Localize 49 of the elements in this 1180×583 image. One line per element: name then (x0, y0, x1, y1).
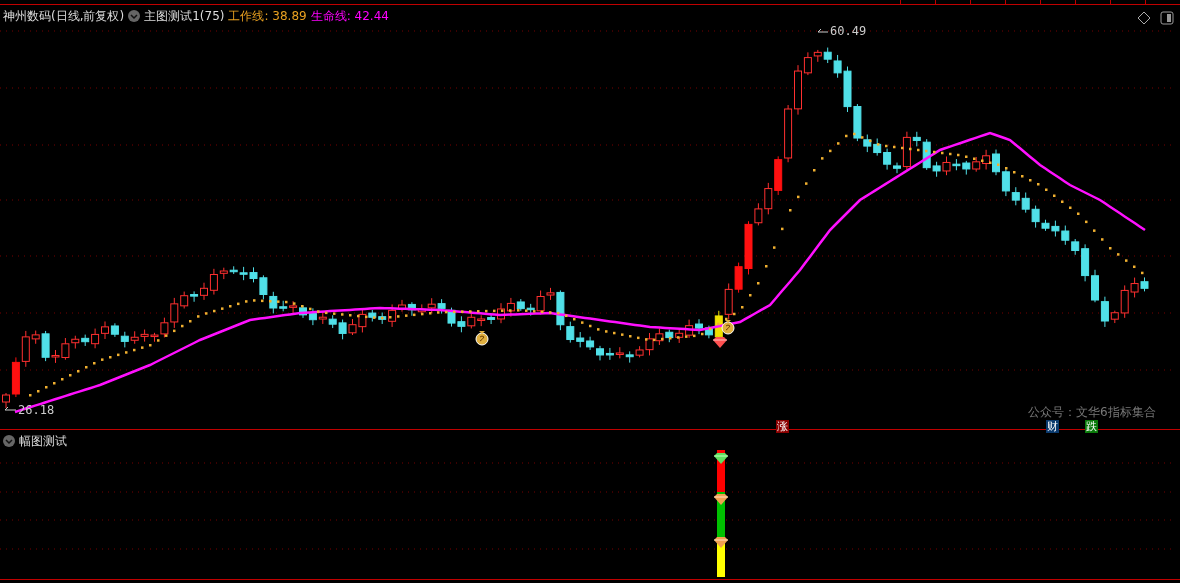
panel-toggle-icon[interactable] (1160, 11, 1174, 25)
money-bag-icon (721, 320, 735, 335)
candlestick (576, 331, 585, 348)
candlestick (655, 327, 664, 346)
pane-title: 幅图测试 (19, 433, 67, 450)
indicator-name: 主图测试1(75) (144, 8, 225, 25)
diamond-icon[interactable] (1137, 11, 1151, 25)
low-price-label: 26.18 (18, 403, 55, 417)
signal-marker: 跌 (1085, 420, 1098, 433)
money-bag-icon (475, 331, 489, 346)
candlestick (764, 182, 773, 215)
candlestick (1051, 220, 1060, 237)
candlestick (1021, 192, 1030, 214)
candlestick (140, 329, 149, 343)
candlestick (437, 298, 446, 315)
candlestick (1061, 225, 1070, 246)
chart-title: 神州数码(日线,前复权) (3, 8, 125, 25)
pointer-icon (4, 406, 17, 411)
candlestick (338, 319, 347, 340)
candlestick (130, 330, 139, 345)
candlestick (625, 350, 634, 364)
candlestick (110, 322, 119, 338)
high-price-label: 60.49 (830, 24, 867, 38)
signal-marker: 财 (1046, 420, 1059, 433)
signal-marker: 涨 (776, 420, 789, 433)
candlestick (724, 282, 733, 320)
candlestick (328, 314, 337, 329)
candlestick (457, 315, 466, 333)
candlestick (972, 156, 981, 173)
candlestick (348, 318, 357, 336)
candlestick (982, 149, 991, 170)
collapse-icon[interactable] (3, 435, 15, 447)
candlestick (308, 307, 317, 326)
candlestick (586, 336, 595, 351)
pointer-icon (817, 28, 829, 33)
candlestick (120, 331, 129, 348)
legend-value: 工作线: 38.89 (228, 8, 307, 25)
candlestick (605, 347, 614, 361)
candlestick (447, 307, 456, 328)
collapse-icon[interactable] (128, 10, 141, 22)
candlestick (318, 310, 327, 325)
watermark-note: 公众号：文华6指标集合 (1028, 404, 1156, 421)
candlestick (962, 160, 971, 176)
candlestick (1140, 276, 1149, 292)
candlestick (685, 319, 694, 339)
candlestick (289, 300, 298, 314)
candlestick (615, 346, 624, 359)
legend-value: 生命线: 42.44 (310, 8, 389, 25)
gem-icon (712, 337, 728, 348)
